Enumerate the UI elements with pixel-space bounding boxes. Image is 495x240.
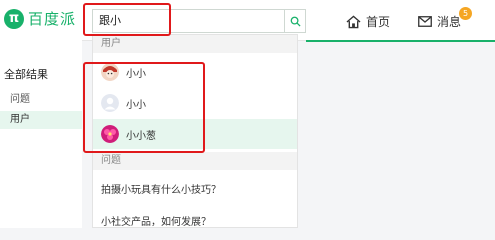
sidebar-item-questions[interactable]: 问题 <box>0 91 82 109</box>
search-icon <box>290 16 301 27</box>
search-button[interactable] <box>284 10 305 32</box>
nav-home-label: 首页 <box>366 15 391 29</box>
questions-section-header: 问题 <box>93 152 297 170</box>
users-section-header: 用户 <box>93 35 297 53</box>
nav-messages[interactable]: 消息 <box>418 13 461 30</box>
search-highlight-annotation <box>83 3 171 36</box>
question-suggestion[interactable]: 拍摄小玩具有什么小技巧？ <box>101 181 221 196</box>
sidebar-item-users[interactable]: 用户 <box>0 111 82 129</box>
nav-messages-label: 消息 <box>437 15 462 29</box>
sidebar-title: 全部结果 <box>4 68 48 81</box>
home-icon <box>346 14 361 28</box>
paw-logo-icon: π <box>4 8 24 29</box>
question-suggestion[interactable]: 小社交产品，如何发展？ <box>101 213 211 228</box>
users-highlight-annotation <box>83 62 205 153</box>
result-filter-sidebar: 全部结果 问题 用户 <box>0 40 82 228</box>
logo-text: 百度派 <box>28 10 77 28</box>
envelope-icon <box>418 16 432 27</box>
nav-home[interactable]: 首页 <box>346 13 390 30</box>
header-accent-line <box>306 40 495 42</box>
message-count-badge: 5 <box>459 7 472 20</box>
site-logo[interactable]: π 百度派 <box>4 8 76 29</box>
